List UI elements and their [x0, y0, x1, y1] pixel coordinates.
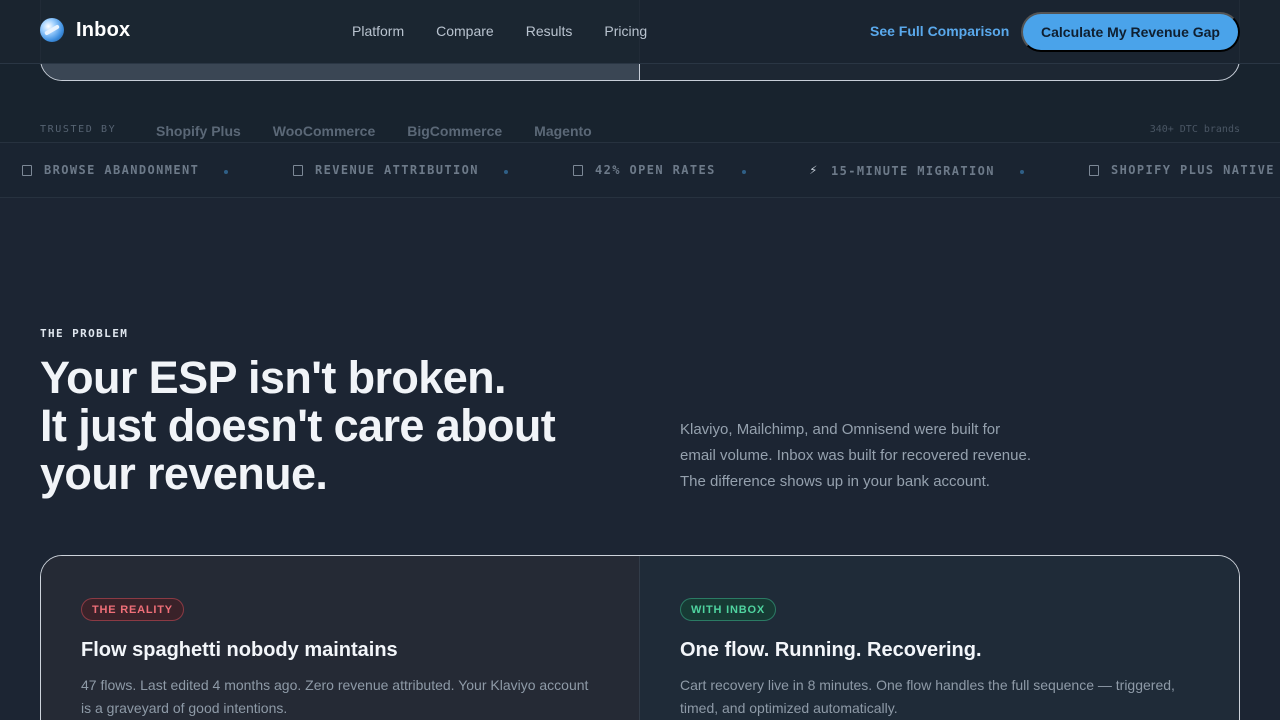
brand-bigcommerce: BigCommerce	[407, 123, 503, 139]
ticker-label: 15-MINUTE MIGRATION	[831, 163, 995, 178]
top-nav: Inbox Platform Compare Results Pricing S…	[0, 0, 1280, 64]
headline-line: It just doesn't care about	[40, 400, 556, 451]
ticker-separator	[742, 170, 746, 174]
ticker-label: BROWSE ABANDONMENT	[44, 163, 200, 177]
square-icon	[1089, 164, 1099, 176]
ticker-item: ⚡ 15-MINUTE MIGRATION	[809, 163, 995, 178]
ticker-item: REVENUE ATTRIBUTION	[293, 163, 479, 177]
problem-intro: Klaviyo, Mailchimp, and Omnisend were bu…	[680, 417, 1080, 495]
trusted-by-row: TRUSTED BY Shopify Plus WooCommerce BigC…	[0, 116, 1280, 142]
inbox-badge: WITH INBOX	[680, 598, 776, 621]
inbox-body: Cart recovery live in 8 minutes. One flo…	[680, 674, 1200, 720]
inbox-body-line: Cart recovery live in 8 minutes. One flo…	[680, 677, 1175, 693]
nav-link-platform[interactable]: Platform	[352, 23, 404, 39]
bolt-icon: ⚡	[809, 163, 819, 178]
inbox-panel: WITH INBOX One flow. Running. Recovering…	[640, 556, 1239, 720]
brand-magento: Magento	[534, 123, 592, 139]
inbox-title: One flow. Running. Recovering.	[680, 639, 982, 661]
ticker-item: BROWSE ABANDONMENT	[22, 163, 199, 177]
headline-line: Your ESP isn't broken.	[40, 352, 507, 403]
intro-line: The difference shows up in your bank acc…	[680, 473, 990, 490]
square-icon	[573, 164, 583, 176]
reality-body: 47 flows. Last edited 4 months ago. Zero…	[81, 674, 601, 720]
ticker-item: SHOPIFY PLUS NATIVE	[1089, 163, 1275, 177]
ticker-label: REVENUE ATTRIBUTION	[315, 163, 479, 177]
see-full-comparison-link[interactable]: See Full Comparison	[870, 23, 1009, 39]
intro-line: Klaviyo, Mailchimp, and Omnisend were bu…	[680, 421, 1001, 438]
calculate-revenue-gap-button[interactable]: Calculate My Revenue Gap	[1021, 12, 1240, 52]
ticker-separator	[504, 170, 508, 174]
nav-link-results[interactable]: Results	[526, 23, 573, 39]
reality-body-line: is a graveyard of good intentions.	[81, 700, 288, 716]
nav-links: Platform Compare Results Pricing	[352, 23, 647, 39]
ticker-separator	[224, 170, 228, 174]
reality-panel: THE REALITY Flow spaghetti nobody mainta…	[41, 556, 640, 720]
brand[interactable]: Inbox	[40, 18, 130, 42]
globe-logo-icon	[40, 18, 64, 42]
comparison-card: THE REALITY Flow spaghetti nobody mainta…	[40, 555, 1240, 720]
section-eyebrow: THE PROBLEM	[40, 327, 129, 340]
ticker-item: 42% OPEN RATES	[573, 163, 716, 177]
inbox-body-line: timed, and optimized automatically.	[680, 700, 898, 716]
brand-name: Inbox	[76, 18, 131, 41]
ticker-label: 42% OPEN RATES	[595, 163, 716, 177]
intro-line: email volume. Inbox was built for recove…	[680, 447, 1032, 464]
brand-count: 340+ DTC brands	[1149, 124, 1240, 135]
feature-ticker: BROWSE ABANDONMENT REVENUE ATTRIBUTION 4…	[0, 142, 1280, 198]
square-icon	[22, 164, 32, 176]
trusted-by-label: TRUSTED BY	[40, 124, 117, 135]
brand-shopify-plus: Shopify Plus	[156, 123, 241, 139]
problem-headline: Your ESP isn't broken. It just doesn't c…	[40, 354, 640, 498]
reality-badge: THE REALITY	[81, 598, 184, 621]
trusted-brands: Shopify Plus WooCommerce BigCommerce Mag…	[156, 123, 592, 139]
reality-title: Flow spaghetti nobody maintains	[81, 639, 398, 661]
nav-link-pricing[interactable]: Pricing	[604, 23, 647, 39]
square-icon	[293, 164, 303, 176]
reality-body-line: 47 flows. Last edited 4 months ago. Zero…	[81, 677, 589, 693]
ticker-separator	[1020, 170, 1024, 174]
nav-link-compare[interactable]: Compare	[436, 23, 494, 39]
ticker-label: SHOPIFY PLUS NATIVE	[1111, 163, 1275, 177]
headline-line: your revenue.	[40, 448, 328, 499]
brand-woocommerce: WooCommerce	[272, 123, 376, 139]
